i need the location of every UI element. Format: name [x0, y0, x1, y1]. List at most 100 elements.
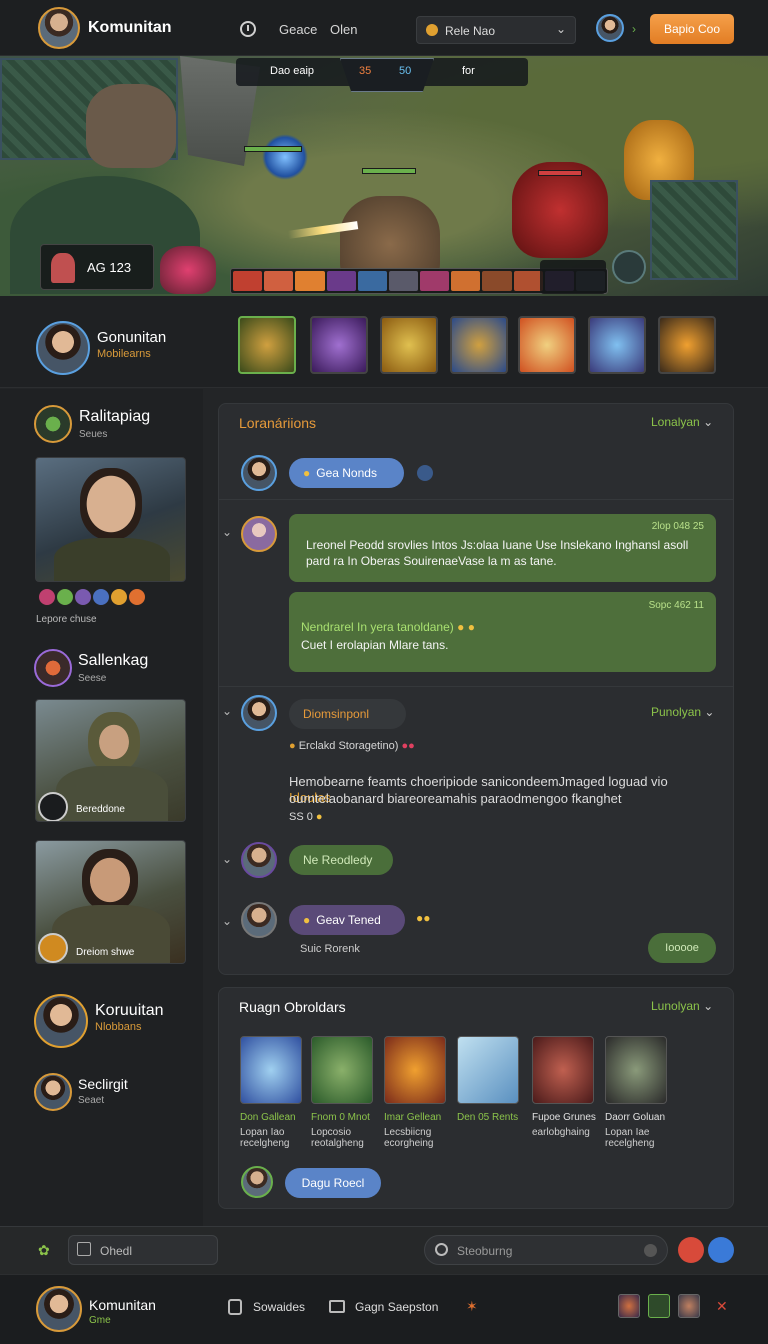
nav-link-1[interactable]: Geace	[279, 22, 317, 37]
message-heading: Nendrarel In yera tanoldane) ● ●	[301, 620, 475, 634]
sidebar-item-sub: Seese	[78, 673, 107, 684]
gallery-filter[interactable]: Lunolyan ⌄	[651, 999, 713, 1013]
search-icon	[435, 1243, 448, 1256]
message-avatar[interactable]	[241, 842, 277, 878]
champion-card-7[interactable]	[658, 316, 716, 374]
skill-icon[interactable]	[482, 271, 512, 291]
cta-button[interactable]: Bapio Coo	[650, 14, 734, 44]
nav-link-2[interactable]: Olen	[330, 22, 357, 37]
recall-icon[interactable]	[612, 250, 646, 284]
section-filter[interactable]: Punolyan ⌄	[651, 705, 714, 719]
footer-link-1[interactable]: Sowaides	[253, 1300, 305, 1314]
user-chip[interactable]: ● Gea Nonds	[289, 458, 404, 488]
gallery-item-desc: earlobghaing	[532, 1127, 590, 1138]
champion-card-5[interactable]	[518, 316, 576, 374]
hero-thumb-icon[interactable]	[678, 1294, 700, 1318]
collapse-icon[interactable]: ⌄	[222, 704, 232, 718]
reply-chip[interactable]: Ne Reodledy	[289, 845, 393, 875]
chevron-down-icon: ⌄	[703, 999, 714, 1013]
record-button[interactable]	[678, 1237, 704, 1263]
sidebar-item-name[interactable]: Ralitapiag	[79, 408, 150, 426]
gallery-item-image[interactable]	[384, 1036, 446, 1104]
sidebar-user-avatar[interactable]	[34, 1073, 72, 1111]
champion-card-3[interactable]	[380, 316, 438, 374]
sidebar-item-name[interactable]: Sallenkag	[78, 652, 148, 670]
sidebar-user-name[interactable]: Koruuitan	[95, 1002, 164, 1020]
footer-link-2[interactable]: Gagn Saepston	[355, 1300, 438, 1314]
champion-card-6[interactable]	[588, 316, 646, 374]
minimap-right	[650, 180, 738, 280]
message-avatar[interactable]	[241, 902, 277, 938]
skill-icon[interactable]	[451, 271, 481, 291]
chat-filter[interactable]: Lonalyan ⌄	[651, 415, 713, 429]
collapse-icon[interactable]: ⌄	[222, 914, 232, 928]
score-hud: Dao eaip 35 50 for	[236, 58, 528, 92]
hero-portrait[interactable]: Dreiom shwe	[35, 840, 186, 964]
hero-face	[82, 849, 138, 911]
skill-icon[interactable]	[513, 271, 543, 291]
side-button[interactable]: Iooooe	[648, 933, 716, 963]
brand-avatar[interactable]	[38, 7, 80, 49]
gallery-item-image[interactable]	[240, 1036, 302, 1104]
emoji-icon: ●	[303, 913, 311, 927]
gallery-item-title: Don Gallean	[240, 1112, 296, 1123]
sidebar-user-avatar[interactable]	[34, 994, 88, 1048]
portrait-caption: Dreiom shwe	[76, 947, 135, 958]
skill-icon[interactable]	[233, 271, 263, 291]
badge-icon	[110, 588, 128, 606]
skill-icon[interactable]	[420, 271, 450, 291]
footer-avatar[interactable]	[36, 1286, 82, 1332]
skill-icon[interactable]	[264, 271, 294, 291]
skill-icon[interactable]	[326, 271, 356, 291]
attachment-icon[interactable]: ✿	[38, 1242, 50, 1259]
skill-icon[interactable]	[295, 271, 325, 291]
hero-portrait[interactable]: Bereddone	[35, 699, 186, 822]
hero-thumb-icon[interactable]	[618, 1294, 640, 1318]
sidebar-item-icon[interactable]	[34, 405, 72, 443]
message-avatar[interactable]	[241, 695, 277, 731]
chevron-right-icon[interactable]: ›	[632, 22, 636, 36]
skill-icon[interactable]	[388, 271, 419, 291]
profile-avatar[interactable]	[36, 321, 90, 375]
collapse-icon[interactable]: ⌄	[222, 852, 232, 866]
message-input[interactable]: Ohedl	[68, 1235, 218, 1265]
gallery-item-image[interactable]	[532, 1036, 594, 1104]
section-sub-text: Erclakd Storagetino)	[298, 740, 399, 752]
gallery-avatar[interactable]	[241, 1166, 273, 1198]
skill-icon[interactable]	[357, 271, 387, 291]
section-filter-label: Punolyan	[651, 705, 702, 719]
gallery-item-image[interactable]	[311, 1036, 373, 1104]
close-icon[interactable]: ✕	[716, 1298, 728, 1315]
user-avatar[interactable]	[596, 14, 624, 42]
window-icon[interactable]	[329, 1300, 345, 1313]
tened-sub: Suic Rorenk	[300, 943, 360, 955]
hero-portrait[interactable]	[35, 457, 186, 582]
search-input[interactable]: Steoburng	[424, 1235, 668, 1265]
emoji-icon: ● ●	[457, 620, 475, 634]
sidebar-item-icon[interactable]	[34, 649, 72, 687]
score-plate: 35 50	[340, 58, 434, 92]
champion-card-2[interactable]	[310, 316, 368, 374]
message-avatar[interactable]	[241, 516, 277, 552]
section-chip[interactable]: Diomsinponl	[289, 699, 406, 729]
pencil-icon[interactable]	[648, 1294, 670, 1318]
flame-icon[interactable]: ✶	[466, 1298, 478, 1315]
sidebar-user-sub: Seaet	[78, 1095, 105, 1106]
champion-card-4[interactable]	[450, 316, 508, 374]
message-avatar[interactable]	[241, 455, 277, 491]
section-text-tail: SS 0	[289, 811, 313, 823]
tened-chip[interactable]: ● Geav Tened	[289, 905, 405, 935]
hero-face	[80, 468, 142, 540]
champion-card-1[interactable]	[238, 316, 296, 374]
send-button[interactable]	[708, 1237, 734, 1263]
section-text-line2: ourntelaobanard biareoreamahis paraodmen…	[289, 791, 622, 806]
gallery-item-image[interactable]	[605, 1036, 667, 1104]
document-icon[interactable]	[228, 1299, 242, 1315]
gallery-item-title: Fnom 0 Mnot	[311, 1112, 370, 1123]
clock-icon[interactable]	[240, 21, 256, 37]
gallery-item-image[interactable]	[457, 1036, 519, 1104]
header-dropdown[interactable]: Rele Nao ⌄	[416, 16, 576, 44]
collapse-icon[interactable]: ⌄	[222, 525, 232, 539]
sidebar-user-name[interactable]: Seclirgit	[78, 1076, 128, 1092]
gallery-chip[interactable]: Dagu Roecl	[285, 1168, 381, 1198]
